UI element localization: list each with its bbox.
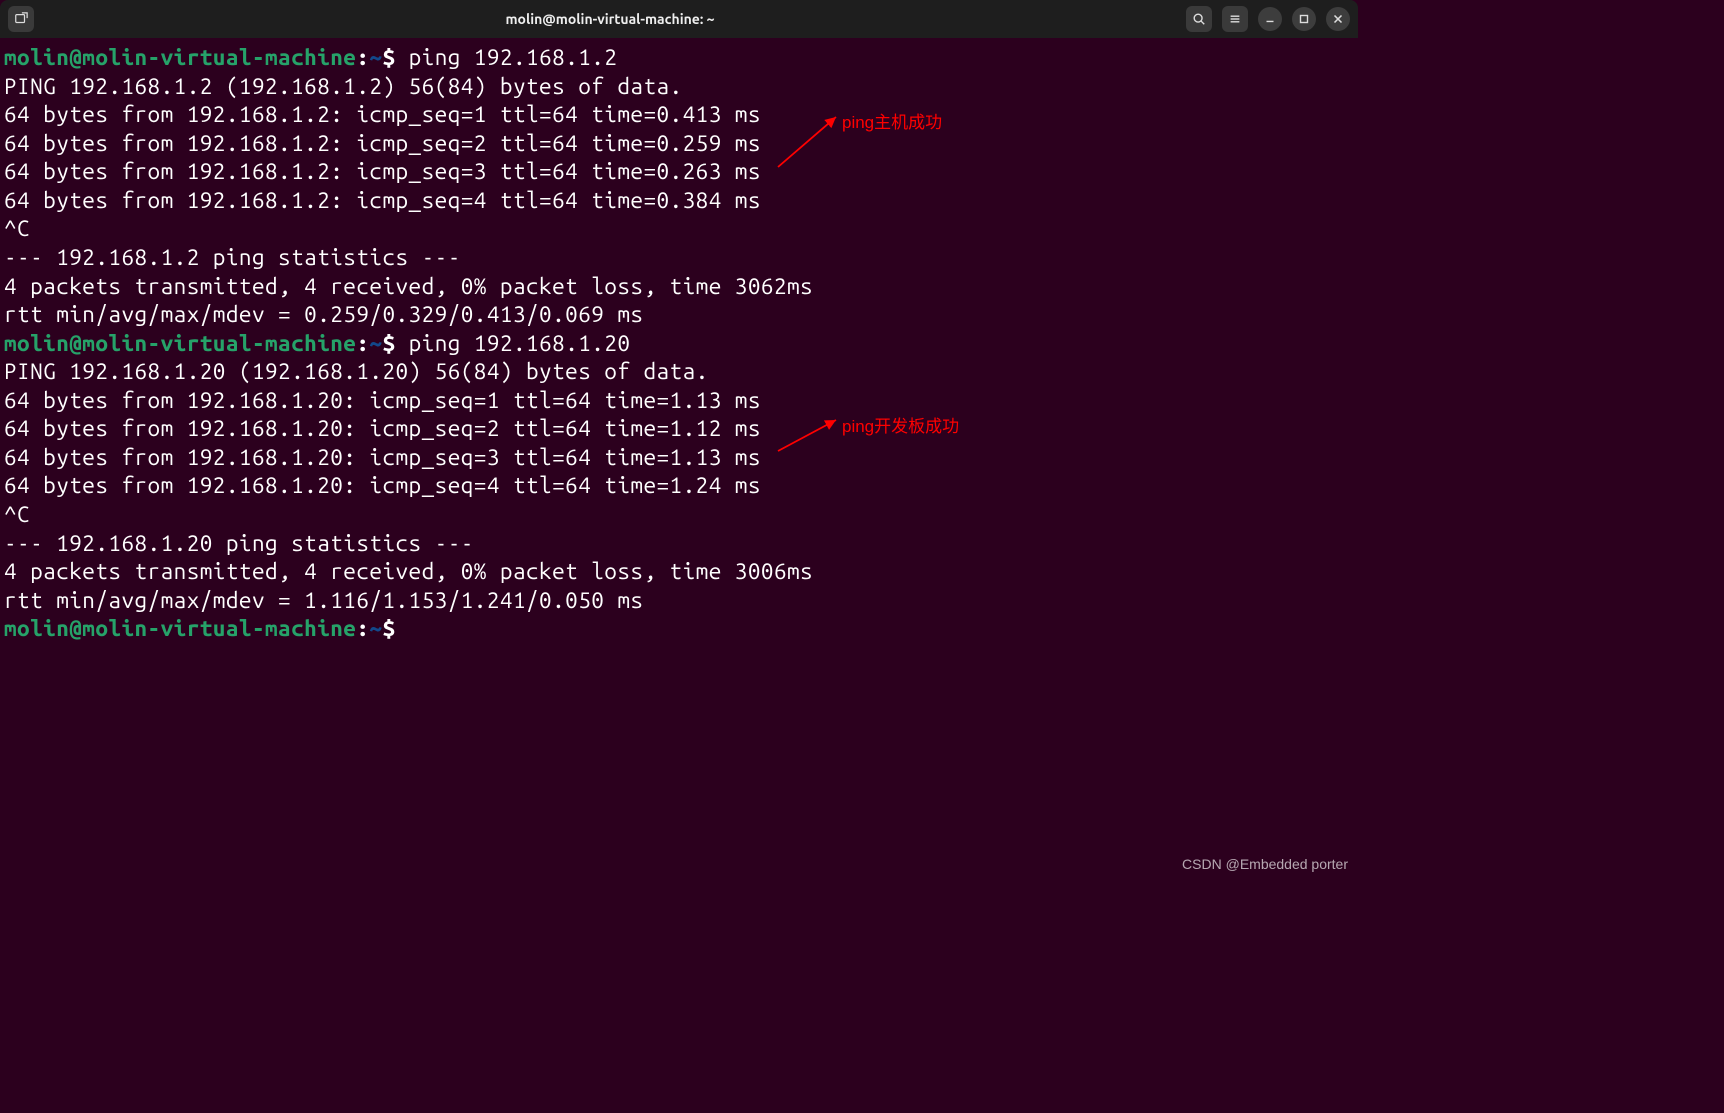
output-line: 64 bytes from 192.168.1.2: icmp_seq=1 tt… (4, 102, 761, 127)
maximize-button[interactable] (1292, 7, 1316, 31)
prompt-user-host: molin@molin-virtual-machine (4, 45, 356, 70)
watermark: CSDN @Embedded porter (1182, 856, 1348, 872)
output-line: 4 packets transmitted, 4 received, 0% pa… (4, 559, 813, 584)
output-line: 64 bytes from 192.168.1.20: icmp_seq=3 t… (4, 445, 761, 470)
ctrl-c: ^C (4, 502, 30, 527)
annotation-label-2: ping开发板成功 (842, 412, 959, 437)
prompt-symbol: $ (382, 616, 408, 641)
output-line: --- 192.168.1.20 ping statistics --- (4, 531, 474, 556)
command-2: ping 192.168.1.20 (409, 331, 631, 356)
search-button[interactable] (1186, 6, 1212, 32)
command-1: ping 192.168.1.2 (409, 45, 618, 70)
close-button[interactable] (1326, 7, 1350, 31)
output-line: 64 bytes from 192.168.1.20: icmp_seq=4 t… (4, 473, 761, 498)
prompt-symbol: $ (382, 45, 408, 70)
terminal-output[interactable]: molin@molin-virtual-machine:~$ ping 192.… (0, 38, 1358, 650)
prompt-path: ~ (369, 45, 382, 70)
window-titlebar: molin@molin-virtual-machine: ~ (0, 0, 1358, 38)
prompt-colon: : (356, 331, 369, 356)
prompt-user-host: molin@molin-virtual-machine (4, 331, 356, 356)
output-line: 64 bytes from 192.168.1.20: icmp_seq=1 t… (4, 388, 761, 413)
prompt-user-host: molin@molin-virtual-machine (4, 616, 356, 641)
output-line: rtt min/avg/max/mdev = 1.116/1.153/1.241… (4, 588, 643, 613)
output-line: 64 bytes from 192.168.1.2: icmp_seq=3 tt… (4, 159, 761, 184)
prompt-path: ~ (369, 616, 382, 641)
output-line: PING 192.168.1.20 (192.168.1.20) 56(84) … (4, 359, 709, 384)
output-line: --- 192.168.1.2 ping statistics --- (4, 245, 461, 270)
output-line: 4 packets transmitted, 4 received, 0% pa… (4, 274, 813, 299)
output-line: 64 bytes from 192.168.1.2: icmp_seq=4 tt… (4, 188, 761, 213)
ctrl-c: ^C (4, 216, 30, 241)
prompt-symbol: $ (382, 331, 408, 356)
prompt-path: ~ (369, 331, 382, 356)
prompt-colon: : (356, 616, 369, 641)
output-line: PING 192.168.1.2 (192.168.1.2) 56(84) by… (4, 74, 683, 99)
window-title: molin@molin-virtual-machine: ~ (34, 11, 1186, 27)
output-line: rtt min/avg/max/mdev = 0.259/0.329/0.413… (4, 302, 643, 327)
output-line: 64 bytes from 192.168.1.2: icmp_seq=2 tt… (4, 131, 761, 156)
new-tab-button[interactable] (8, 6, 34, 32)
menu-button[interactable] (1222, 6, 1248, 32)
prompt-colon: : (356, 45, 369, 70)
minimize-button[interactable] (1258, 7, 1282, 31)
output-line: 64 bytes from 192.168.1.20: icmp_seq=2 t… (4, 416, 761, 441)
annotation-label-1: ping主机成功 (842, 108, 942, 133)
